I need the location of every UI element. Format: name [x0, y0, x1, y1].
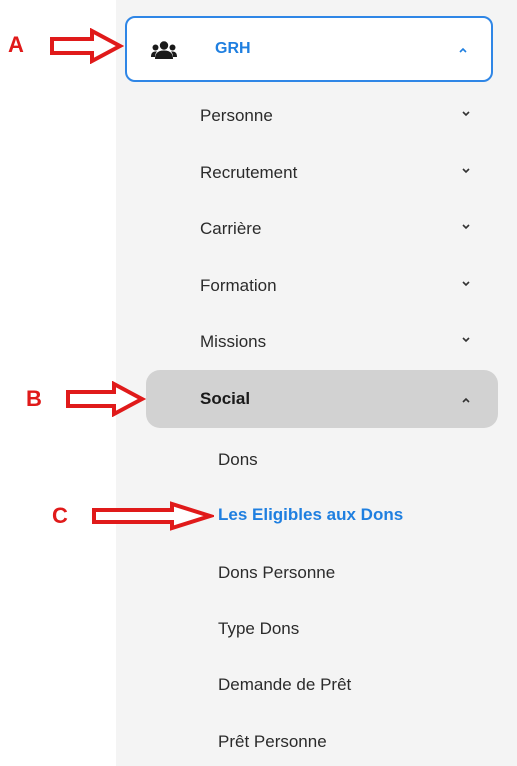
submenu-item-eligibles-aux-dons[interactable]: Les Eligibles aux Dons [218, 503, 403, 527]
chevron-down-icon [462, 168, 470, 174]
menu-group-grh-label: GRH [215, 40, 251, 57]
chevron-up-icon [462, 397, 470, 403]
annotation-label-c: C [52, 503, 68, 528]
menu-item-missions[interactable]: Missions [200, 330, 266, 354]
submenu-item-dons-personne[interactable]: Dons Personne [218, 561, 335, 585]
menu-group-social-label: Social [200, 389, 251, 408]
submenu-item-type-dons[interactable]: Type Dons [218, 617, 299, 641]
menu-item-personne[interactable]: Personne [200, 104, 273, 128]
menu-group-grh[interactable]: GRH [125, 16, 493, 82]
chevron-up-icon [459, 47, 467, 53]
submenu-item-pret-personne[interactable]: Prêt Personne [218, 730, 327, 754]
annotation-arrow-a [50, 28, 124, 64]
menu-item-carriere[interactable]: Carrière [200, 217, 261, 241]
submenu-item-demande-de-pret[interactable]: Demande de Prêt [218, 673, 351, 697]
users-icon [151, 41, 177, 59]
chevron-down-icon [462, 281, 470, 287]
annotation-label-a: A [8, 32, 24, 57]
chevron-down-icon [462, 111, 470, 117]
chevron-down-icon [462, 337, 470, 343]
annotation-label-b: B [26, 386, 42, 411]
annotation-arrow-b [66, 381, 146, 417]
annotation-arrow-c [92, 501, 214, 531]
chevron-down-icon [462, 224, 470, 230]
menu-group-social[interactable] [146, 370, 498, 428]
menu-item-formation[interactable]: Formation [200, 274, 277, 298]
menu-item-recrutement[interactable]: Recrutement [200, 161, 297, 185]
submenu-item-dons[interactable]: Dons [218, 448, 258, 472]
